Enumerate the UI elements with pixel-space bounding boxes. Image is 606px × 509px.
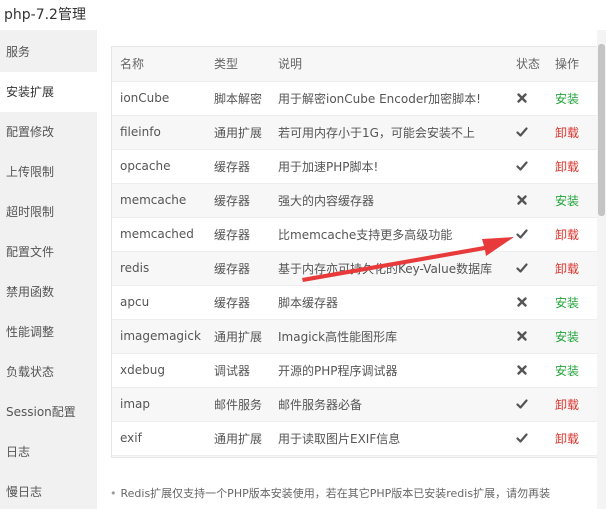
install-button[interactable]: 安装 xyxy=(551,319,602,354)
window-title: php-7.2管理 xyxy=(4,7,86,23)
cell-name: exif xyxy=(112,421,204,456)
header-status: 状态 xyxy=(509,47,551,82)
cell-desc: Imagick高性能图形库 xyxy=(269,319,509,354)
status-check-icon xyxy=(509,217,551,252)
cell-desc: 脚本缓存器 xyxy=(269,285,509,320)
cell-desc: 若可用内存小于1G，可能会安装不上 xyxy=(269,115,509,150)
status-cross-icon xyxy=(509,183,551,218)
table-row: memcache 缓存器 强大的内容缓存器 安装 xyxy=(112,183,602,218)
table-row: apcu 缓存器 脚本缓存器 安装 xyxy=(112,285,602,320)
cell-name: memcache xyxy=(112,183,204,218)
table-row: imagemagick 通用扩展 Imagick高性能图形库 安装 xyxy=(112,319,602,354)
uninstall-button[interactable]: 卸载 xyxy=(551,115,602,150)
uninstall-button[interactable]: 卸载 xyxy=(551,149,602,184)
sidebar-item[interactable]: 日志 xyxy=(0,432,97,472)
status-check-icon xyxy=(509,421,551,456)
cell-name: imagemagick xyxy=(112,319,204,354)
cell-desc: 基于内存亦可持久化的Key-Value数据库 xyxy=(269,251,509,286)
status-cell xyxy=(509,455,551,457)
table-row: ionCube 脚本解密 用于解密ionCube Encoder加密脚本! 安装 xyxy=(112,81,602,116)
sidebar: 服务 安装扩展 配置修改 上传限制 超时限制 配置文件 禁用函数 性能调整 负载状态 Sessio… xyxy=(0,30,97,509)
cell-type: 通用扩展 xyxy=(204,319,269,354)
table-row: redis 缓存器 基于内存亦可持久化的Key-Value数据库 卸载 xyxy=(112,251,602,286)
table-row: exif 通用扩展 用于读取图片EXIF信息 卸载 xyxy=(112,421,602,456)
cell-name: redis xyxy=(112,251,204,286)
cell-type: 脚本解密 xyxy=(204,81,269,116)
scrollbar-thumb[interactable] xyxy=(598,44,605,216)
cell-type: 缓存器 xyxy=(204,285,269,320)
note-text: Redis扩展仅支持一个PHP版本安装使用，若在其它PHP版本已安装redis扩… xyxy=(120,487,551,500)
uninstall-button[interactable]: 卸载 xyxy=(551,251,602,286)
cell-desc: 强大的内容缓存器 xyxy=(269,183,509,218)
table-row xyxy=(112,455,602,457)
header-name: 名称 xyxy=(112,47,204,82)
sidebar-item[interactable]: 超时限制 xyxy=(0,192,97,232)
cell-desc xyxy=(269,455,509,457)
note-line: • Redis扩展仅支持一个PHP版本安装使用，若在其它PHP版本已安装redis… xyxy=(110,485,595,501)
cell-name: fileinfo xyxy=(112,115,204,150)
cell-desc: 用于加速PHP脚本! xyxy=(269,149,509,184)
cell-name: xdebug xyxy=(112,353,204,388)
uninstall-button[interactable]: 卸载 xyxy=(551,421,602,456)
status-cross-icon xyxy=(509,319,551,354)
header-operation: 操作 xyxy=(551,47,602,82)
uninstall-button[interactable]: 卸载 xyxy=(551,387,602,422)
table-row: imap 邮件服务 邮件服务器必备 卸载 xyxy=(112,387,602,422)
cell-type xyxy=(204,455,269,457)
sidebar-item[interactable]: 配置修改 xyxy=(0,112,97,152)
cell-type: 通用扩展 xyxy=(204,421,269,456)
table-row: opcache 缓存器 用于加速PHP脚本! 卸载 xyxy=(112,149,602,184)
status-cross-icon xyxy=(509,285,551,320)
cell-type: 邮件服务 xyxy=(204,387,269,422)
install-button[interactable]: 安装 xyxy=(551,285,602,320)
extension-table: 名称 类型 说明 状态 操作 ionCube 脚本解密 用于解密ionCube En… xyxy=(111,46,606,458)
install-button[interactable]: 安装 xyxy=(551,353,602,388)
cell-type: 通用扩展 xyxy=(204,115,269,150)
operation-cell xyxy=(551,455,602,457)
header-description: 说明 xyxy=(269,47,509,82)
bullet-icon: • xyxy=(110,487,117,500)
cell-name: apcu xyxy=(112,285,204,320)
sidebar-item[interactable]: 服务 xyxy=(0,32,97,72)
table-header-row: 名称 类型 说明 状态 操作 xyxy=(112,47,602,82)
install-button[interactable]: 安装 xyxy=(551,183,602,218)
cell-name: imap xyxy=(112,387,204,422)
cell-desc: 开源的PHP程序调试器 xyxy=(269,353,509,388)
cell-name: opcache xyxy=(112,149,204,184)
status-cross-icon xyxy=(509,353,551,388)
cell-desc: 邮件服务器必备 xyxy=(269,387,509,422)
cell-desc: 比memcache支持更多高级功能 xyxy=(269,217,509,252)
status-check-icon xyxy=(509,115,551,150)
sidebar-item[interactable]: 安装扩展 xyxy=(0,72,97,112)
table-row: fileinfo 通用扩展 若可用内存小于1G，可能会安装不上 卸载 xyxy=(112,115,602,150)
sidebar-item[interactable]: 慢日志 xyxy=(0,472,97,509)
status-check-icon xyxy=(509,149,551,184)
install-button[interactable]: 安装 xyxy=(551,81,602,116)
cell-name xyxy=(112,455,204,457)
window-titlebar: php-7.2管理 xyxy=(0,0,606,30)
table-row: memcached 缓存器 比memcache支持更多高级功能 卸载 xyxy=(112,217,602,252)
cell-desc: 用于解密ionCube Encoder加密脚本! xyxy=(269,81,509,116)
sidebar-item[interactable]: 负载状态 xyxy=(0,352,97,392)
status-check-icon xyxy=(509,251,551,286)
header-type: 类型 xyxy=(204,47,269,82)
sidebar-item[interactable]: Session配置 xyxy=(0,392,97,432)
cell-type: 缓存器 xyxy=(204,217,269,252)
cell-name: memcached xyxy=(112,217,204,252)
sidebar-item[interactable]: 禁用函数 xyxy=(0,272,97,312)
uninstall-button[interactable]: 卸载 xyxy=(551,217,602,252)
sidebar-item[interactable]: 上传限制 xyxy=(0,152,97,192)
sidebar-item[interactable]: 性能调整 xyxy=(0,312,97,352)
cell-type: 缓存器 xyxy=(204,251,269,286)
sidebar-item[interactable]: 配置文件 xyxy=(0,232,97,272)
cell-name: ionCube xyxy=(112,81,204,116)
status-check-icon xyxy=(509,387,551,422)
cell-desc: 用于读取图片EXIF信息 xyxy=(269,421,509,456)
table-row: xdebug 调试器 开源的PHP程序调试器 安装 xyxy=(112,353,602,388)
cell-type: 缓存器 xyxy=(204,183,269,218)
cell-type: 缓存器 xyxy=(204,149,269,184)
status-cross-icon xyxy=(509,81,551,116)
main-content: 名称 类型 说明 状态 操作 ionCube 脚本解密 用于解密ionCube En… xyxy=(97,30,606,509)
cell-type: 调试器 xyxy=(204,353,269,388)
